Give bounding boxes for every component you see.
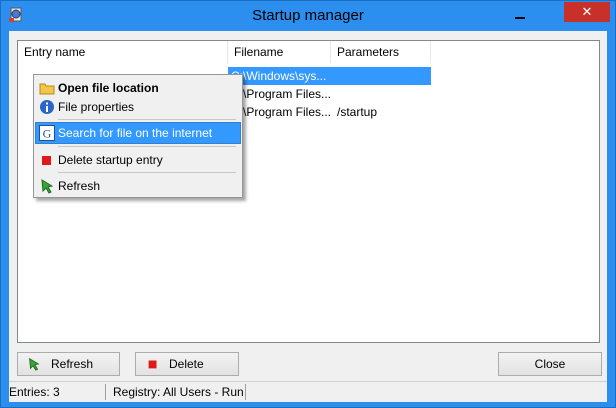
menu-item-file-properties[interactable]: File properties (36, 97, 240, 117)
svg-text:G: G (43, 127, 52, 141)
refresh-button[interactable]: Refresh (17, 352, 120, 376)
delete-icon (148, 360, 157, 369)
menu-item-delete-entry[interactable]: Delete startup entry (36, 150, 240, 170)
app-window: Startup manager ✕ Entry name Filename Pa… (0, 0, 616, 408)
context-menu: Open file location File properties G Sea… (33, 74, 243, 198)
entries-count: Entries: 3 (9, 385, 60, 399)
status-bar: Entries: 3 Registry: All Users - Run (9, 381, 607, 402)
menu-separator (58, 146, 236, 147)
status-divider (105, 384, 106, 400)
parameters-cell (337, 85, 427, 103)
menu-item-label: Delete startup entry (58, 153, 163, 167)
menu-item-refresh[interactable]: Refresh (36, 176, 240, 196)
filename-cell: C:\Windows\sys... (228, 67, 431, 85)
google-icon: G (39, 125, 55, 141)
column-header-filename[interactable]: Filename (228, 41, 331, 63)
column-header-entry-name[interactable]: Entry name (18, 41, 228, 63)
close-window-button[interactable]: ✕ (564, 2, 610, 22)
folder-icon (39, 83, 55, 95)
filename-cell: C:\Program Files... (231, 87, 331, 101)
registry-location: Registry: All Users - Run (113, 385, 244, 399)
menu-separator (58, 119, 236, 120)
filename-cell: C:\Program Files... (231, 105, 331, 119)
menu-item-label: Refresh (58, 179, 101, 193)
parameters-cell: /startup (337, 105, 378, 119)
menu-item-label: Open file location (58, 81, 159, 95)
delete-icon (42, 156, 51, 165)
refresh-icon (29, 357, 40, 371)
delete-button[interactable]: Delete (135, 352, 239, 376)
delete-button-label: Delete (169, 357, 204, 371)
status-divider (245, 384, 246, 400)
refresh-icon (41, 179, 54, 194)
startup-list[interactable]: Entry name Filename Parameters C:\Window… (17, 40, 600, 343)
list-header: Entry name Filename Parameters (18, 41, 599, 63)
title-bar[interactable]: Startup manager ✕ (1, 1, 615, 31)
menu-item-open-file-location[interactable]: Open file location (36, 78, 240, 98)
close-button[interactable]: Close (498, 352, 602, 376)
info-icon (40, 100, 54, 114)
close-button-label: Close (534, 357, 566, 371)
minimize-button[interactable] (510, 8, 530, 22)
client-area: Entry name Filename Parameters C:\Window… (9, 31, 607, 402)
menu-item-label: Search for file on the internet (58, 126, 213, 140)
refresh-button-label: Refresh (51, 357, 94, 371)
menu-item-search-internet[interactable]: G Search for file on the internet (35, 122, 241, 144)
column-header-parameters[interactable]: Parameters (331, 41, 431, 63)
menu-separator (58, 172, 236, 173)
menu-item-label: File properties (58, 100, 135, 114)
